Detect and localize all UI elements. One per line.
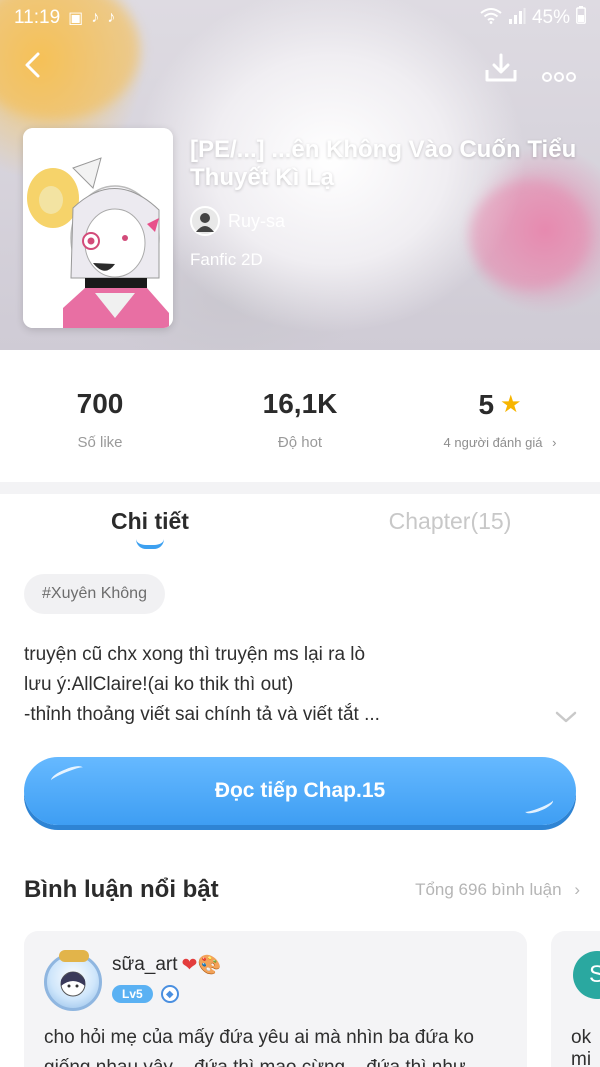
comments-total: Tổng 696 bình luận [415, 880, 562, 899]
comment-card[interactable]: S ok mi [551, 931, 600, 1067]
wifi-icon [480, 7, 502, 29]
comment-line: ok [571, 1027, 592, 1048]
comment-card[interactable]: sữa_art ❤🎨 Lv5 ◆ cho hỏi mẹ của mấy đứa … [24, 931, 527, 1067]
author-row[interactable]: Ruy-sa [190, 206, 580, 236]
tab-chapters-label: Chapter(15) [388, 508, 512, 534]
avatar[interactable]: S [573, 951, 600, 999]
comment-text: ok mi [571, 1027, 600, 1067]
rating-label[interactable]: 4 người đánh giá › [444, 435, 557, 450]
section-divider [0, 482, 600, 494]
battery-percent: 45% [531, 7, 570, 28]
continue-reading-label: Đọc tiếp Chap.15 [214, 779, 386, 802]
comment-text: cho hỏi mẹ của mấy đứa yêu ai mà nhìn ba… [44, 1023, 507, 1067]
gallery-icon: ▣ [68, 10, 84, 27]
story-genre: Fanfic 2D [190, 250, 263, 269]
level-badge: Lv5 [112, 985, 153, 1003]
chevron-right-icon: › [574, 880, 580, 899]
gem-icon: ◆ [160, 985, 179, 1003]
button-shine [49, 762, 85, 786]
stat-rating[interactable]: 5 ★ 4 người đánh giá › [400, 350, 600, 482]
comment-user: sữa_art ❤🎨 Lv5 ◆ [44, 950, 507, 1011]
comments-title: Bình luận nổi bật [24, 876, 219, 903]
likes-label: Số like [77, 433, 123, 451]
more-icon[interactable] [541, 60, 577, 90]
status-time: 11:19 [14, 7, 61, 28]
comment-username[interactable]: sữa_art [112, 954, 178, 976]
hot-label: Độ hot [277, 433, 323, 451]
battery-icon [576, 6, 586, 30]
chevron-right-icon: › [552, 434, 557, 450]
author-name[interactable]: Ruy-sa [228, 211, 285, 232]
comment-line: cho hỏi mẹ của mấy đứa yêu ai mà nhìn ba… [44, 1027, 474, 1048]
heart-palette-emoji: ❤🎨 [181, 955, 222, 976]
hero-banner: 11:19 ▣ ♪ ♪ 45% [PE/...] ...ên Không Vào… [0, 0, 600, 350]
story-description: truyện cũ chx xong thì truyện ms lại ra … [24, 640, 564, 730]
genre-tag[interactable]: #Xuyên Không [24, 574, 165, 614]
rating-count-text: 4 người đánh giá [443, 434, 543, 450]
status-bar: 11:19 ▣ ♪ ♪ 45% [0, 0, 600, 36]
comment-line: giống nhau vậy ...đứa thì mạo cừng ...đứ… [44, 1053, 507, 1067]
tiktok-icon: ♪ [91, 9, 100, 26]
comments-header: Bình luận nổi bật Tổng 696 bình luận › [24, 876, 580, 904]
rating-value: 5 [478, 388, 495, 420]
tab-bar: Chi tiết Chapter(15) [0, 494, 600, 560]
tiktok-icon: ♪ [107, 9, 116, 26]
likes-count: 700 [76, 387, 124, 419]
back-arrow-icon[interactable] [22, 50, 42, 86]
stat-hot: 16,1K Độ hot [200, 350, 400, 482]
story-detail-screen: 11:19 ▣ ♪ ♪ 45% [PE/...] ...ên Không Vào… [0, 0, 600, 1067]
tab-details-label: Chi tiết [111, 508, 189, 534]
description-line: lưu ý:AllClaire!(ai ko thik thì out) [24, 674, 294, 695]
all-comments-link[interactable]: Tổng 696 bình luận › [415, 880, 580, 900]
story-info: [PE/...] ...ên Không Vào Cuốn Tiểu Thuyế… [190, 136, 580, 270]
download-icon[interactable] [484, 52, 518, 90]
tab-details[interactable]: Chi tiết [0, 494, 300, 560]
comment-line: mi [571, 1049, 592, 1067]
stat-likes: 700 Số like [0, 350, 200, 482]
author-avatar[interactable] [190, 206, 220, 236]
avatar[interactable] [44, 950, 102, 1011]
stats-bar: 700 Số like 16,1K Độ hot 5 ★ 4 người đán… [0, 350, 600, 482]
story-title: [PE/...] ...ên Không Vào Cuốn Tiểu Thuyế… [190, 136, 577, 191]
story-cover-image[interactable] [23, 128, 173, 328]
tab-chapters[interactable]: Chapter(15) [300, 494, 600, 560]
chevron-down-icon[interactable] [554, 704, 578, 730]
active-tab-indicator [136, 539, 164, 549]
description-line: truyện cũ chx xong thì truyện ms lại ra … [24, 644, 366, 665]
signal-icon [508, 7, 526, 29]
description-line: -thỉnh thoảng viết sai chính tả và viết … [24, 704, 380, 725]
button-shine [523, 795, 555, 817]
continue-reading-button[interactable]: Đọc tiếp Chap.15 [24, 757, 576, 825]
star-icon: ★ [500, 391, 522, 418]
hot-count: 16,1K [262, 387, 338, 419]
